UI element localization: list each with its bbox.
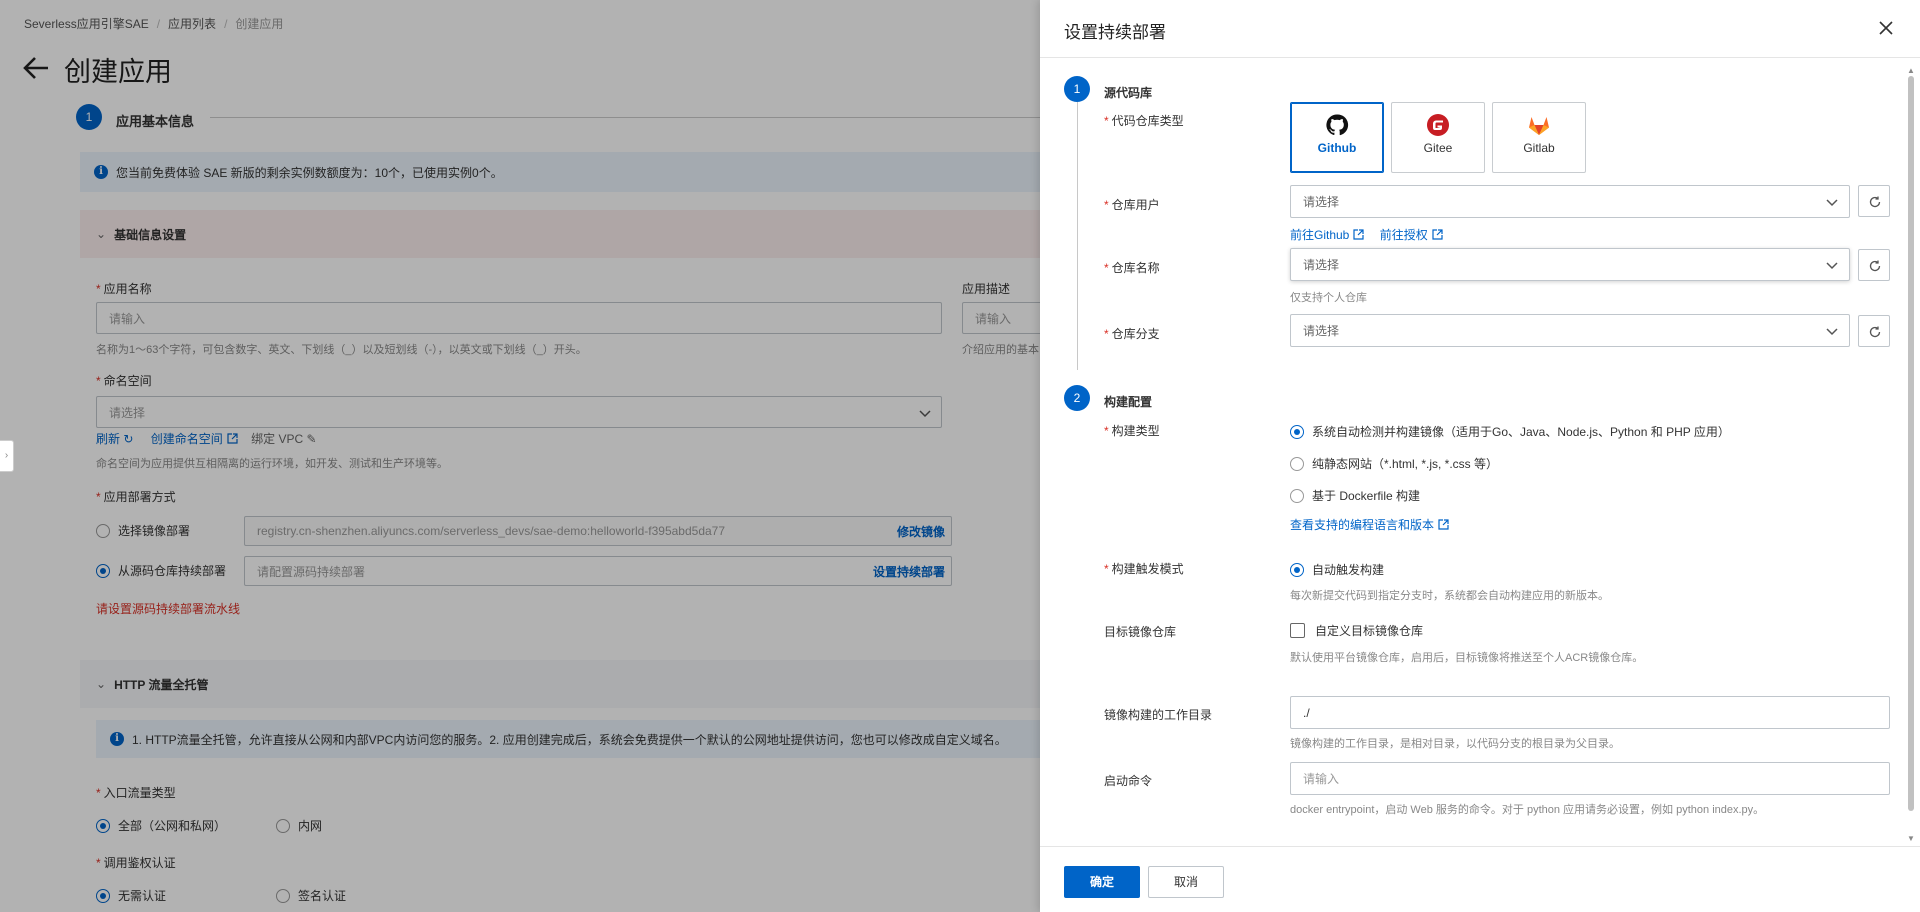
repo-user-links: 前往Github 前往授权 (1290, 226, 1443, 243)
radio-icon[interactable] (1290, 488, 1304, 503)
repo-user-placeholder: 请选择 (1303, 195, 1340, 209)
chevron-down-icon (1826, 262, 1838, 270)
start-command-label: 启动命令 (1104, 774, 1153, 788)
start-command-hint: docker entrypoint，启动 Web 服务的命令。对于 python… (1290, 804, 1765, 816)
repo-card-github-label: Github (1317, 141, 1357, 155)
repo-name-select[interactable]: 请选择 (1290, 248, 1850, 281)
chevron-down-icon (1826, 199, 1838, 207)
build-type-static-option[interactable]: 纯静态网站（*.html, *.js, *.css 等） (1290, 455, 1498, 472)
build-type-label: * 构建类型 (1104, 424, 1160, 438)
target-repo-label: 目标镜像仓库 (1104, 625, 1177, 639)
gitee-icon (1427, 114, 1449, 136)
continuous-deploy-drawer: 设置持续部署 1 源代码库 * 代码仓库类型 Github Gitee Gitla… (1040, 0, 1920, 912)
scroll-down-icon[interactable]: ▼ (1907, 834, 1915, 843)
radio-icon[interactable] (1290, 456, 1304, 471)
trigger-mode-label: * 构建触发模式 (1104, 562, 1184, 576)
sidebar-expand-handle[interactable]: › (0, 440, 14, 472)
confirm-button[interactable]: 确定 (1064, 866, 1140, 898)
repo-name-hint: 仅支持个人仓库 (1290, 292, 1367, 304)
drawer-header-divider (1040, 57, 1920, 58)
step-connector (1077, 102, 1078, 370)
workdir-label: 镜像构建的工作目录 (1104, 708, 1213, 722)
goto-github-link[interactable]: 前往Github (1290, 228, 1349, 242)
repo-name-label: * 仓库名称 (1104, 261, 1160, 275)
repo-card-github[interactable]: Github (1290, 102, 1384, 173)
supported-languages-link[interactable]: 查看支持的编程语言和版本 (1290, 518, 1434, 532)
cancel-button[interactable]: 取消 (1148, 866, 1224, 898)
gitlab-icon (1529, 117, 1549, 135)
external-link-icon (1432, 229, 1443, 240)
modal-mask[interactable] (0, 0, 1040, 912)
chevron-down-icon (1826, 328, 1838, 336)
custom-target-repo-checkbox[interactable]: 自定义目标镜像仓库 (1290, 622, 1423, 639)
supported-languages-link-wrap: 查看支持的编程语言和版本 (1290, 516, 1449, 533)
close-icon[interactable] (1876, 18, 1896, 38)
trigger-auto-option[interactable]: 自动触发构建 (1290, 561, 1384, 578)
drawer-title: 设置持续部署 (1064, 23, 1166, 42)
refresh-icon (1869, 196, 1881, 208)
workdir-hint: 镜像构建的工作目录，是相对目录，以代码分支的根目录为父目录。 (1290, 738, 1620, 750)
goto-authorize-link[interactable]: 前往授权 (1380, 228, 1428, 242)
repo-branch-select[interactable]: 请选择 (1290, 314, 1850, 347)
repo-card-gitee[interactable]: Gitee (1391, 102, 1485, 173)
repo-card-gitlab[interactable]: Gitlab (1492, 102, 1586, 173)
step-label-build: 构建配置 (1104, 395, 1153, 409)
repo-branch-refresh-button[interactable] (1858, 315, 1890, 347)
repo-user-refresh-button[interactable] (1858, 185, 1890, 217)
step-label-source: 源代码库 (1104, 86, 1153, 100)
github-icon (1326, 114, 1349, 136)
build-type-auto-option[interactable]: 系统自动检测并构建镜像（适用于Go、Java、Node.js、Python 和 … (1290, 423, 1730, 440)
refresh-icon (1869, 326, 1881, 338)
checkbox-icon[interactable] (1290, 623, 1305, 638)
workdir-input[interactable]: ./ (1290, 696, 1890, 729)
repo-branch-label: * 仓库分支 (1104, 327, 1160, 341)
external-link-icon (1353, 229, 1364, 240)
radio-icon[interactable] (1290, 562, 1304, 577)
step-number: 1 (1064, 76, 1090, 102)
external-link-icon (1438, 519, 1449, 530)
step-number: 2 (1064, 385, 1090, 411)
repo-type-label: * 代码仓库类型 (1104, 114, 1184, 128)
repo-name-placeholder: 请选择 (1303, 258, 1340, 272)
build-type-dockerfile-option[interactable]: 基于 Dockerfile 构建 (1290, 487, 1420, 504)
repo-user-select[interactable]: 请选择 (1290, 185, 1850, 218)
scroll-up-icon[interactable]: ▲ (1907, 66, 1915, 75)
trigger-hint: 每次新提交代码到指定分支时，系统都会自动构建应用的新版本。 (1290, 590, 1609, 602)
drawer-footer-divider (1040, 846, 1920, 847)
repo-card-gitee-label: Gitee (1423, 141, 1453, 155)
repo-user-label: * 仓库用户 (1104, 198, 1160, 212)
refresh-icon (1869, 260, 1881, 272)
radio-icon[interactable] (1290, 424, 1304, 439)
chevron-right-icon: › (4, 450, 9, 461)
repo-name-refresh-button[interactable] (1858, 249, 1890, 281)
drawer-scrollbar-thumb[interactable] (1908, 76, 1914, 811)
repo-branch-placeholder: 请选择 (1303, 324, 1340, 338)
target-repo-hint: 默认使用平台镜像仓库，启用后，目标镜像将推送至个人ACR镜像仓库。 (1290, 652, 1644, 664)
repo-card-gitlab-label: Gitlab (1523, 141, 1555, 155)
start-command-input[interactable]: 请输入 (1290, 762, 1890, 795)
